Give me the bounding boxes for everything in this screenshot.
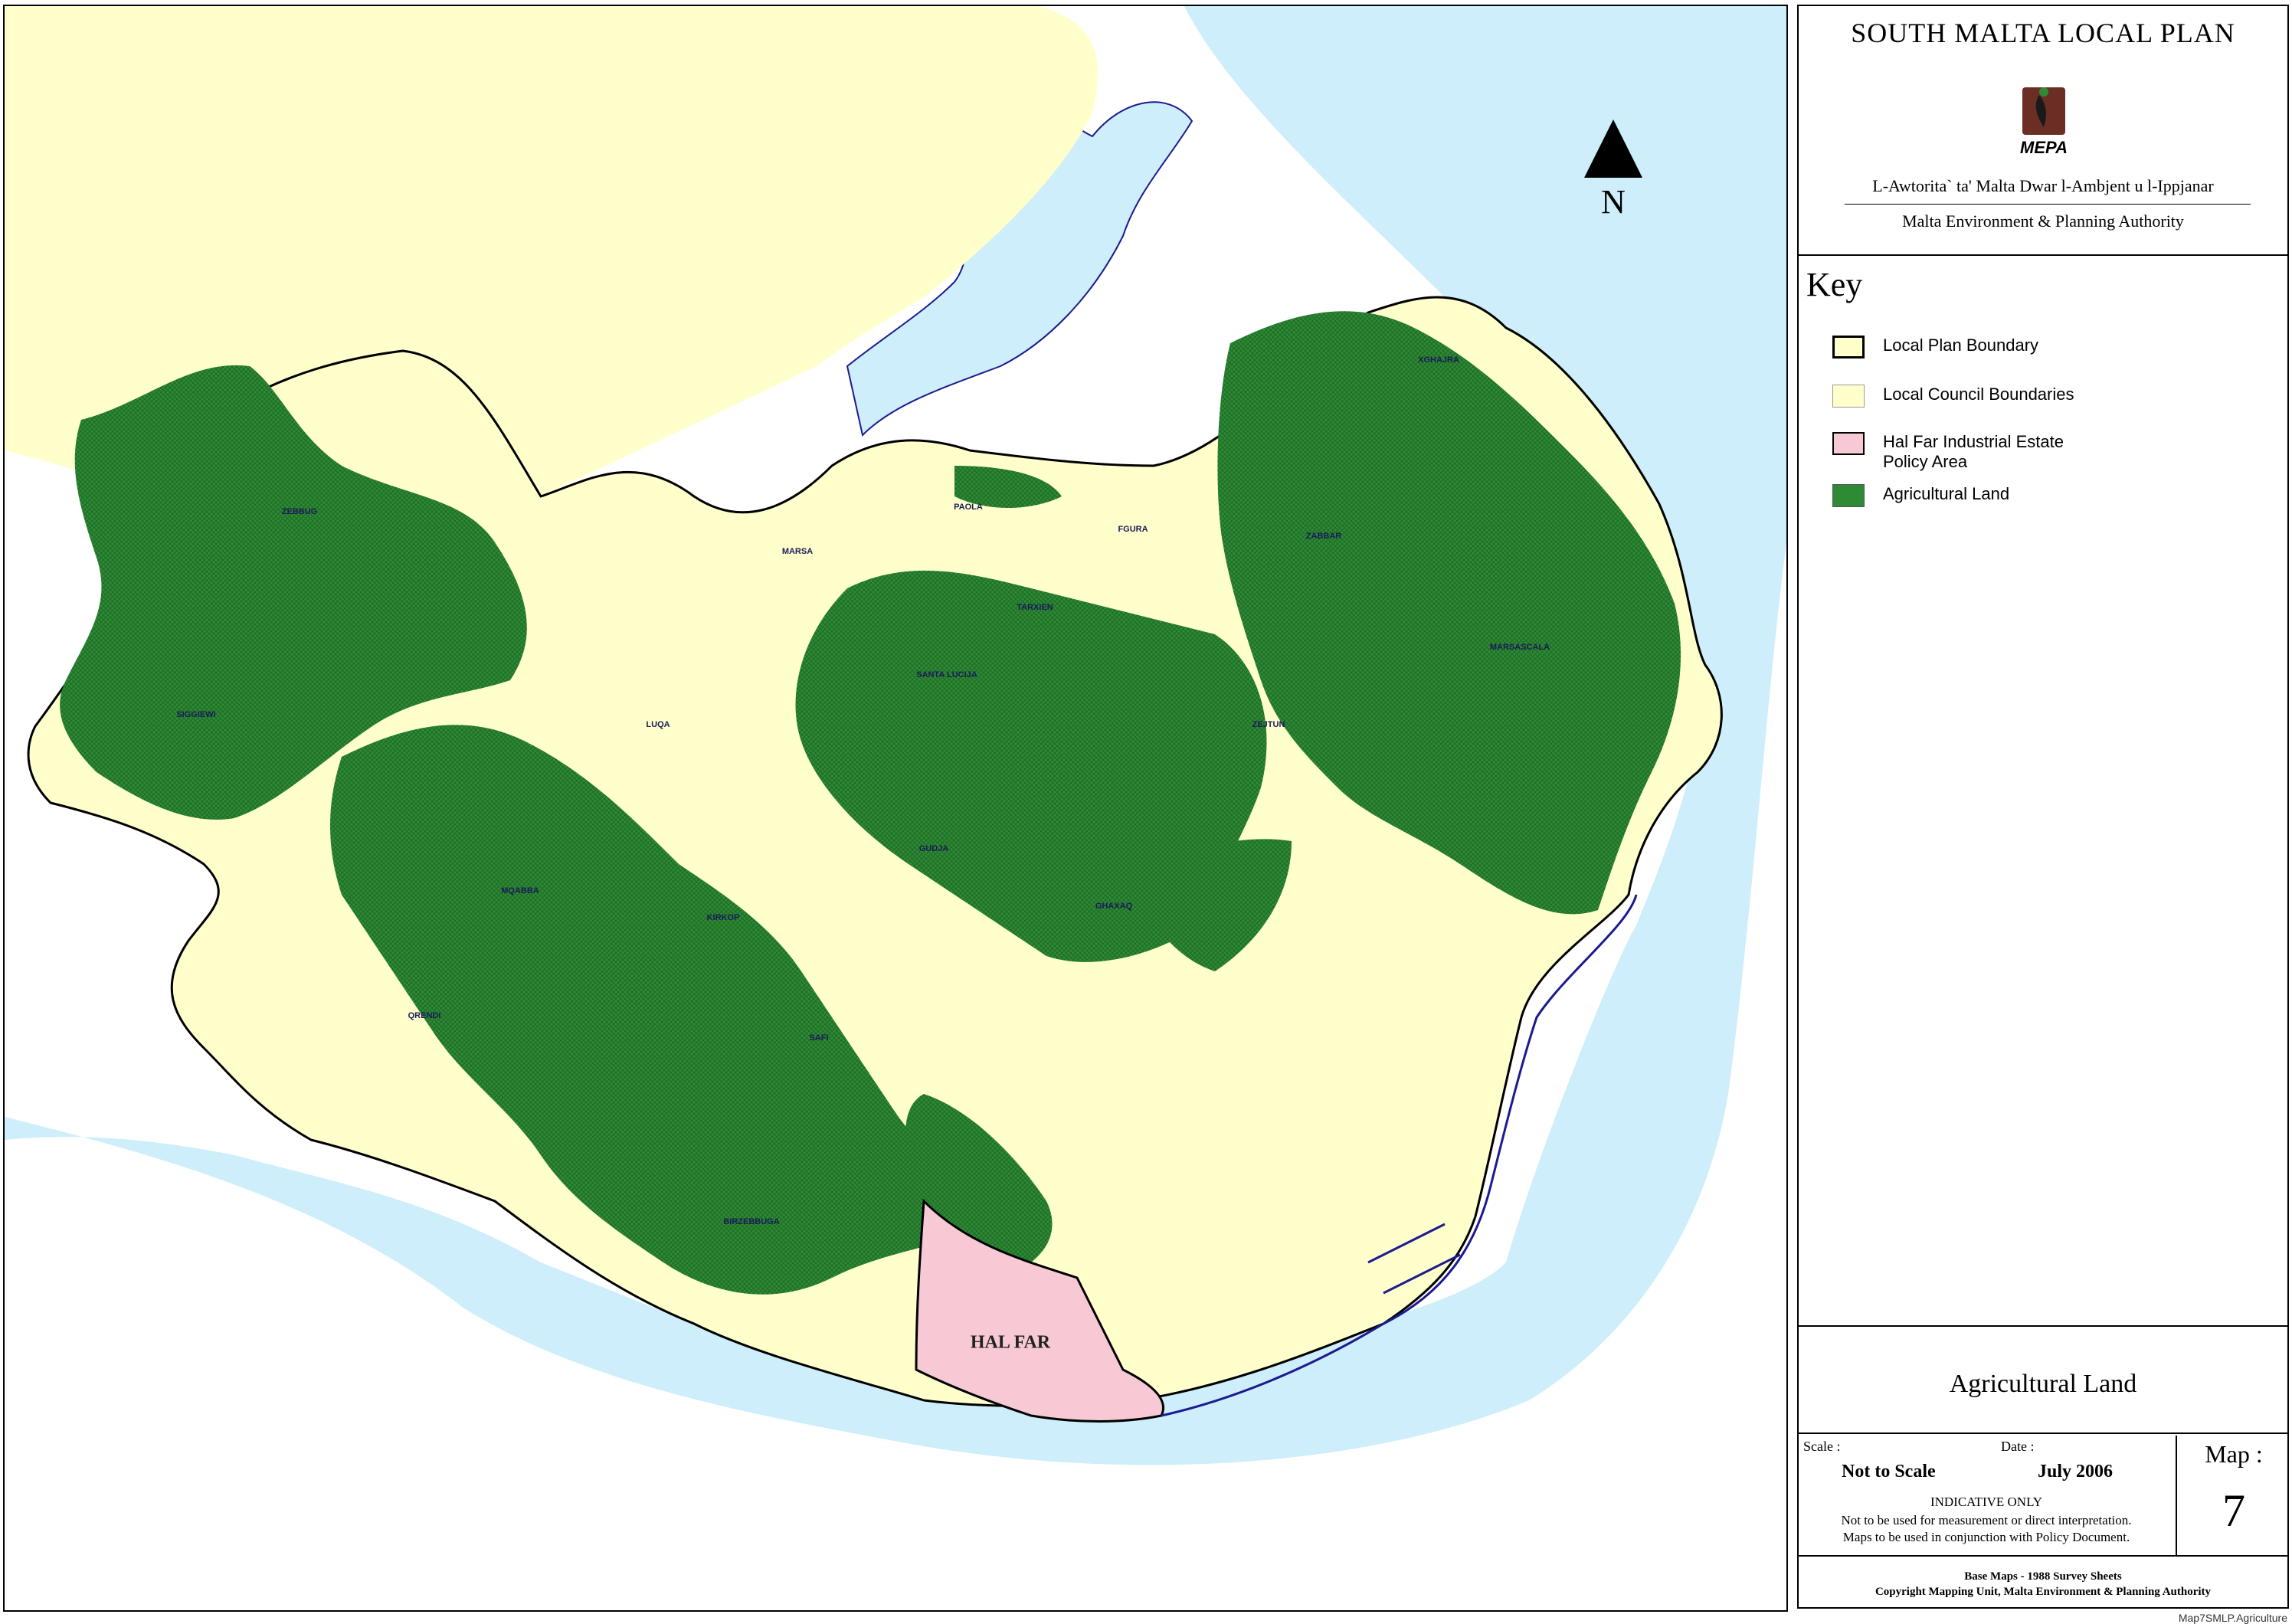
divider [1845, 204, 2251, 205]
key-item-local-plan-boundary: Local Plan Boundary [1832, 336, 2038, 359]
north-arrow-icon [1584, 120, 1642, 178]
place-label: GUDJA [918, 844, 949, 853]
org-name-english: Malta Environment & Planning Authority [1902, 211, 2184, 231]
measurement-note: Not to be used for measurement or direct… [1841, 1513, 2132, 1527]
place-label: ZABBAR [1305, 532, 1342, 541]
map-svg [5, 6, 1786, 1465]
indicative-note: INDICATIVE ONLY [1930, 1495, 2043, 1509]
mepa-logo: MEPA [2005, 81, 2082, 165]
key-title: Key [1806, 266, 1863, 303]
key-label: Hal Far Industrial Estate Policy Area [1883, 432, 2064, 471]
copyright-note: Copyright Mapping Unit, Malta Environmen… [1875, 1586, 2212, 1598]
plan-title: SOUTH MALTA LOCAL PLAN [1851, 18, 2235, 48]
place-label: SAFI [809, 1033, 829, 1043]
place-label: SIGGIEWI [176, 710, 216, 719]
policy-note: Maps to be used in conjunction with Poli… [1842, 1530, 2130, 1544]
org-name-maltese: L-Awtorita` ta' Malta Dwar l-Ambjent u l… [1872, 176, 2214, 195]
key-item-local-council-boundaries: Local Council Boundaries [1832, 385, 2074, 408]
north-label: N [1601, 183, 1626, 221]
place-label: KIRKOP [706, 913, 740, 922]
base-maps-note: Base Maps - 1988 Survey Sheets [1964, 1570, 2122, 1583]
hal-far-label: HAL FAR [970, 1332, 1051, 1353]
place-label: BIRZEBBUGA [723, 1217, 780, 1226]
place-label: QRENDI [408, 1011, 441, 1020]
divider [1799, 1325, 2287, 1327]
key-item-agricultural-land: Agricultural Land [1832, 484, 2009, 507]
key-item-hal-far-industrial: Hal Far Industrial Estate Policy Area [1832, 432, 2064, 472]
place-label: MARSA [781, 547, 814, 556]
file-reference: Map7SMLP.Agriculture [2178, 1612, 2287, 1624]
map-canvas[interactable]: N ZEBBUG SIGGIEWI MARSA PAOLA FGURA TARX… [3, 5, 1788, 1612]
place-label: PAOLA [954, 503, 983, 512]
key-label: Local Council Boundaries [1883, 385, 2074, 404]
logo-text: MEPA [2020, 138, 2068, 157]
place-label: ZEJTUN [1252, 720, 1285, 729]
map-title: Agricultural Land [1949, 1370, 2137, 1398]
swatch [1832, 484, 1865, 507]
place-label: TARXIEN [1017, 603, 1053, 612]
date-value: July 2006 [2038, 1462, 2114, 1482]
place-label: XGHAJRA [1418, 355, 1459, 365]
swatch [1832, 432, 1865, 455]
swatch [1832, 336, 1865, 359]
scale-label: Scale : [1803, 1439, 1841, 1454]
place-label: MQABBA [501, 886, 539, 895]
divider [1799, 254, 2287, 256]
place-label: GHAXAQ [1095, 902, 1133, 911]
legend-panel: SOUTH MALTA LOCAL PLAN MEPA L-Awtorita` … [1797, 5, 2289, 1609]
key-label: Local Plan Boundary [1883, 336, 2039, 355]
divider [1799, 1555, 2287, 1557]
place-label: ZEBBUG [281, 507, 318, 516]
swatch [1832, 385, 1865, 408]
place-label: FGURA [1118, 525, 1148, 534]
divider [1799, 1432, 2287, 1434]
north-arrow: N [1583, 118, 1644, 225]
place-label: LUQA [646, 720, 670, 729]
place-label: MARSASCALA [1489, 643, 1550, 652]
key-label: Agricultural Land [1883, 484, 2010, 503]
map-number-label: Map : [2205, 1440, 2263, 1468]
place-label: SANTA LUCIJA [916, 670, 977, 679]
date-label: Date : [2001, 1439, 2035, 1454]
scale-value: Not to Scale [1842, 1462, 1936, 1482]
mepa-logo-icon [2022, 87, 2065, 135]
map-number: 7 [2222, 1485, 2245, 1536]
